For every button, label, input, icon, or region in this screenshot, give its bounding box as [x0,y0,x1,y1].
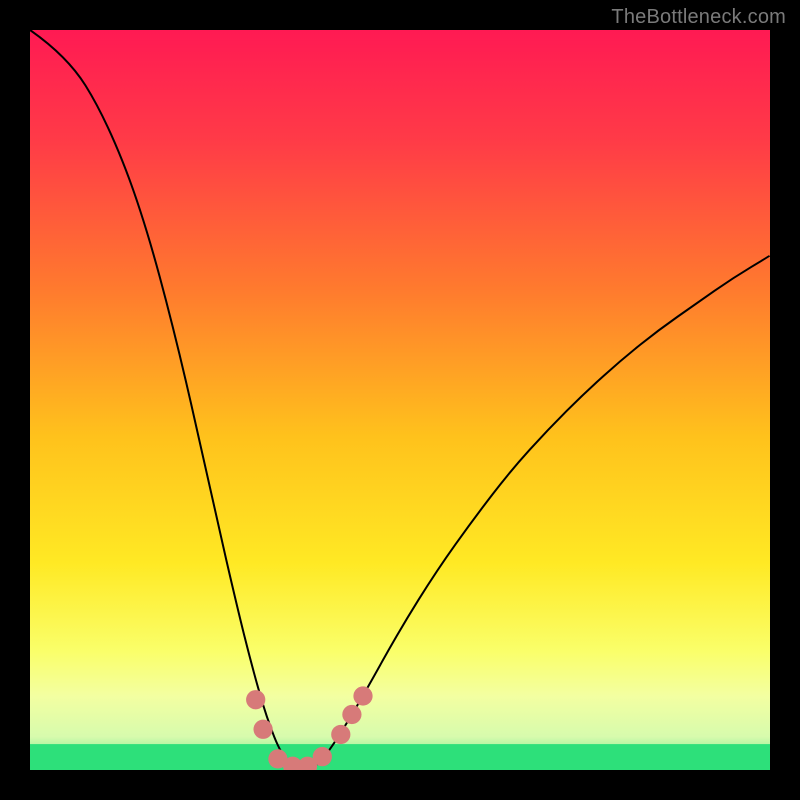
watermark-text: TheBottleneck.com [611,6,786,29]
marker-point [253,720,272,739]
marker-point [342,705,361,724]
chart-frame: TheBottleneck.com [0,0,800,800]
marker-point [331,725,350,744]
marker-point [353,686,372,705]
green-band [30,744,770,770]
chart-svg [30,30,770,770]
threshold-bands [30,744,770,770]
marker-point [246,690,265,709]
marker-point [313,747,332,766]
plot-area [30,30,770,770]
bottleneck-curve [30,30,770,770]
